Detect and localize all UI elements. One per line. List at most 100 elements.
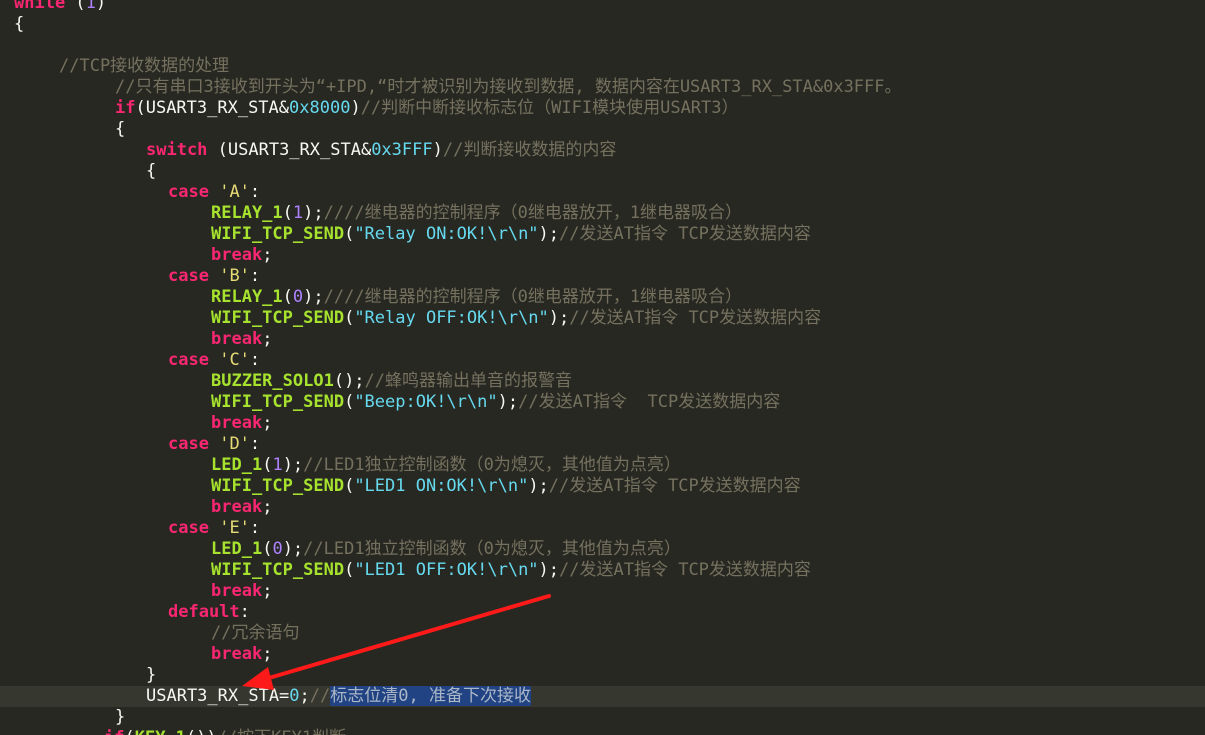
code-token: WIFI_TCP_SEND [211,476,345,496]
code-line[interactable]: case 'D': [0,434,1205,455]
code-token: } [146,665,157,685]
code-token: ( [282,287,293,307]
code-token: //发送AT指令 TCP发送数据内容 [548,476,801,496]
code-token: //LED1独立控制函数（0为熄灭，其他值为点亮） [303,539,681,559]
code-token: ) [95,0,107,13]
code-token: if [104,728,124,735]
code-line[interactable]: { [0,119,1205,140]
code-line-content: break; [211,245,272,266]
code-token: //发送AT指令 TCP发送数据内容 [559,224,811,244]
code-token: case [168,182,209,202]
code-line[interactable] [0,35,1205,56]
code-line[interactable]: LED_1(1);//LED1独立控制函数（0为熄灭，其他值为点亮） [0,455,1205,476]
code-line-content: WIFI_TCP_SEND("Beep:OK!\r\n");//发送AT指令 T… [211,392,780,413]
code-line-content: { [146,161,156,182]
code-token: { [146,161,157,181]
code-line[interactable]: LED_1(0);//LED1独立控制函数（0为熄灭，其他值为点亮） [0,539,1205,560]
code-line[interactable]: //只有串口3接收到开头为“+IPD,“时才被识别为接收到数据, 数据内容在US… [0,77,1205,98]
code-token: ); [282,539,304,559]
code-token: WIFI_TCP_SEND [211,224,345,244]
code-line[interactable]: default: [0,602,1205,623]
code-line[interactable]: RELAY_1(0);////继电器的控制程序（0继电器放开，1继电器吸合） [0,287,1205,308]
code-line[interactable]: WIFI_TCP_SEND("LED1 ON:OK!\r\n");//发送AT指… [0,476,1205,497]
code-line[interactable]: RELAY_1(1);////继电器的控制程序（0继电器放开，1继电器吸合） [0,203,1205,224]
code-token: WIFI_TCP_SEND [211,560,345,580]
code-line[interactable]: USART3_RX_STA=0;//标志位清0, 准备下次接收 [0,686,1205,707]
code-token: ); [538,560,560,580]
code-token: 1 [85,0,96,13]
code-token: ( [344,476,355,496]
code-token: LED_1 [211,455,263,475]
code-token: "Beep:OK!\r\n" [354,392,498,412]
code-line-content: case 'D': [168,434,260,455]
code-token: ) [432,140,443,160]
code-line-content: //冗余语句 [211,623,299,644]
code-line[interactable]: //冗余语句 [0,623,1205,644]
code-line[interactable]: break; [0,245,1205,266]
code-editor[interactable]: while (1){//TCP接收数据的处理//只有串口3接收到开头为“+IPD… [0,0,1205,735]
code-token: WIFI_TCP_SEND [211,308,345,328]
code-line[interactable]: case 'A': [0,182,1205,203]
code-line[interactable]: { [0,14,1205,35]
code-line-content: if(KEY_1())//按下KEY1判断 [104,728,346,735]
code-token: ()) [186,728,217,735]
code-line[interactable]: break; [0,413,1205,434]
code-token: BUZZER_SOLO1 [211,371,334,391]
code-token: 0 [292,287,304,307]
code-line-content: break; [211,581,272,602]
code-token: ( [65,0,86,13]
code-token: //判断中断接收标志位（WIFI模块使用USART3） [360,98,739,118]
code-line[interactable]: BUZZER_SOLO1();//蜂鸣器输出单音的报警音 [0,371,1205,392]
code-line-content: RELAY_1(0);////继电器的控制程序（0继电器放开，1继电器吸合） [211,287,742,308]
code-token: 0x3FFF [371,140,433,160]
code-token: ( [344,560,355,580]
code-token: ( [262,539,273,559]
code-line[interactable]: WIFI_TCP_SEND("Relay ON:OK!\r\n");//发送AT… [0,224,1205,245]
code-line[interactable]: WIFI_TCP_SEND("Relay OFF:OK!\r\n");//发送A… [0,308,1205,329]
code-line-content: while (1) [14,0,106,14]
code-line[interactable]: while (1) [0,0,1205,14]
code-token: 'B' [219,266,250,286]
code-line[interactable]: case 'B': [0,266,1205,287]
code-line[interactable]: case 'C': [0,350,1205,371]
code-line[interactable]: if(KEY_1())//按下KEY1判断 [0,728,1205,735]
code-token: //按下KEY1判断 [217,728,346,735]
code-token: // [309,686,331,706]
code-line[interactable]: //TCP接收数据的处理 [0,56,1205,77]
code-line[interactable]: break; [0,644,1205,665]
code-token: default [168,602,240,622]
code-line[interactable]: break; [0,329,1205,350]
code-line[interactable]: case 'E': [0,518,1205,539]
code-line[interactable]: WIFI_TCP_SEND("LED1 OFF:OK!\r\n");//发送AT… [0,560,1205,581]
code-token: //LED1独立控制函数（0为熄灭，其他值为点亮） [303,455,681,475]
code-line[interactable]: if(USART3_RX_STA&0x8000)//判断中断接收标志位（WIFI… [0,98,1205,119]
code-line[interactable]: } [0,707,1205,728]
code-token: ); [497,392,519,412]
code-token: case [168,266,209,286]
code-token: ; [262,497,273,517]
code-line-content: LED_1(0);//LED1独立控制函数（0为熄灭，其他值为点亮） [211,539,681,560]
code-line[interactable]: switch (USART3_RX_STA&0x3FFF)//判断接收数据的内容 [0,140,1205,161]
code-token: "Relay ON:OK!\r\n" [354,224,539,244]
code-token: if [115,98,136,118]
code-token: ( [124,728,134,735]
code-token: //TCP接收数据的处理 [59,56,230,76]
code-line[interactable]: } [0,665,1205,686]
code-token: KEY_1 [135,728,186,735]
code-token: case [168,350,209,370]
code-token: switch [146,140,208,160]
code-token: LED_1 [211,539,263,559]
code-line[interactable]: WIFI_TCP_SEND("Beep:OK!\r\n");//发送AT指令 T… [0,392,1205,413]
code-line-content: { [115,119,125,140]
code-line-content: WIFI_TCP_SEND("Relay OFF:OK!\r\n");//发送A… [211,308,821,329]
code-line[interactable]: { [0,161,1205,182]
code-token: ////继电器的控制程序（0继电器放开，1继电器吸合） [323,287,743,307]
code-line[interactable]: break; [0,581,1205,602]
code-token: USART3_RX_STA= [146,686,290,706]
code-token: break [211,413,263,433]
code-token: //发送AT指令 TCP发送数据内容 [559,560,811,580]
code-line[interactable]: break; [0,497,1205,518]
